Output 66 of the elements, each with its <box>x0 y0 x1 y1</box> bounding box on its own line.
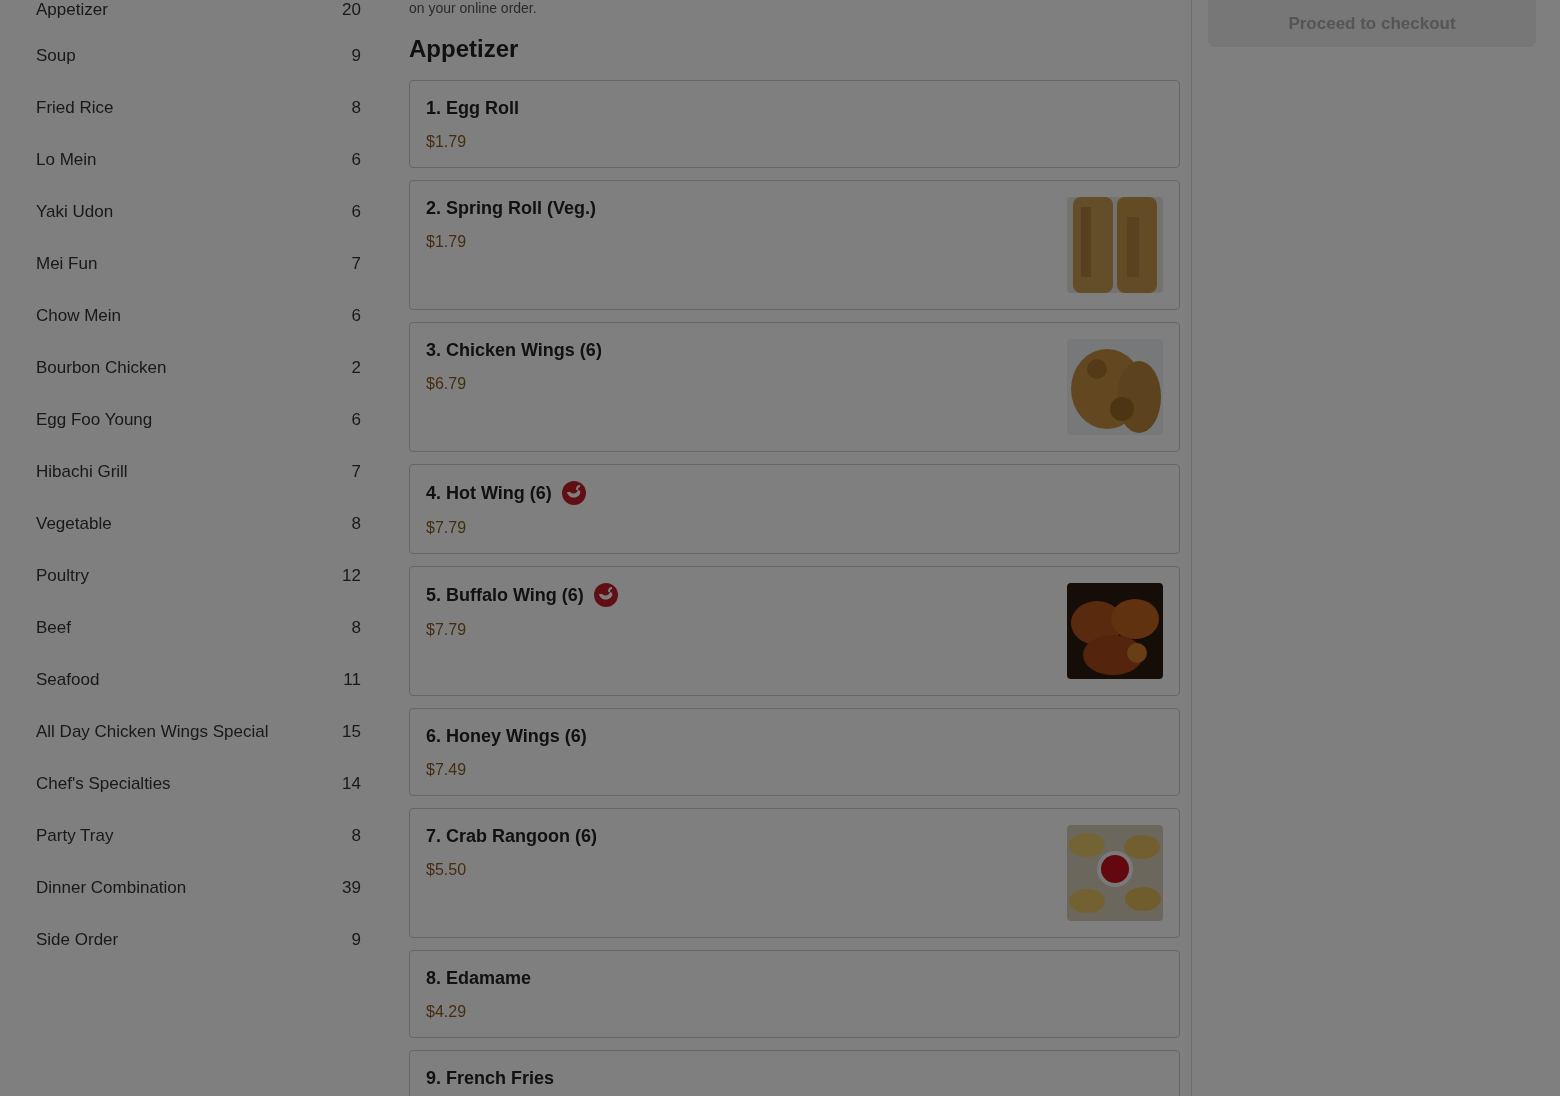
menu-item-card[interactable]: 4. Hot Wing (6) $7.79 <box>409 464 1180 554</box>
menu-item-card[interactable]: 9. French Fries <box>409 1050 1180 1096</box>
category-link[interactable]: Dinner Combination <box>36 878 187 898</box>
item-price: $5.50 <box>426 861 468 879</box>
item-name: 7. Crab Rangoon (6) <box>426 825 597 847</box>
item-price: $7.79 <box>426 621 468 639</box>
category-link[interactable]: Mei Fun <box>36 254 98 274</box>
item-name: 9. French Fries <box>426 1067 555 1089</box>
item-count: 11 <box>343 670 361 690</box>
item-count: 9 <box>351 930 361 950</box>
item-name: 6. Honey Wings (6) <box>426 725 587 747</box>
item-price: $4.29 <box>426 1003 468 1021</box>
category-link[interactable]: Vegetable <box>36 514 112 534</box>
item-count: 15 <box>342 722 361 742</box>
item-count: 9 <box>351 46 361 66</box>
category-link[interactable]: Bourbon Chicken <box>36 358 167 378</box>
category-link[interactable]: Lo Mein <box>36 150 97 170</box>
item-count: 12 <box>342 566 361 586</box>
item-count: 7 <box>351 462 361 482</box>
menu-item-card[interactable]: 6. Honey Wings (6) $7.49 <box>409 708 1180 796</box>
category-link[interactable]: Yaki Udon <box>36 202 114 222</box>
category-link[interactable]: Chef's Specialties <box>36 774 171 794</box>
item-count: 6 <box>351 306 361 326</box>
category-link[interactable]: Egg Foo Young <box>36 410 153 430</box>
item-count: 20 <box>342 0 361 20</box>
item-count: 8 <box>351 826 361 846</box>
item-count: 6 <box>351 150 361 170</box>
item-count: 39 <box>342 878 361 898</box>
section-heading: Appetizer <box>409 34 520 64</box>
category-link[interactable]: Appetizer <box>36 0 108 20</box>
item-count: 14 <box>342 774 361 794</box>
category-link[interactable]: All Day Chicken Wings Special <box>36 722 269 742</box>
category-link[interactable]: Soup <box>36 46 76 66</box>
item-price: $7.79 <box>426 519 468 537</box>
menu-item-card[interactable]: 7. Crab Rangoon (6) $5.50 <box>409 808 1180 938</box>
item-count: 2 <box>351 358 361 378</box>
item-name: 8. Edamame <box>426 967 532 989</box>
intro-text: on your online order. <box>409 0 538 16</box>
item-count: 8 <box>351 618 361 638</box>
item-name: 4. Hot Wing (6) <box>426 482 552 504</box>
item-count: 6 <box>351 410 361 430</box>
item-name: 3. Chicken Wings (6) <box>426 339 602 361</box>
category-link[interactable]: Beef <box>36 618 71 638</box>
category-link[interactable]: Poultry <box>36 566 89 586</box>
category-link[interactable]: Party Tray <box>36 826 114 846</box>
item-count: 8 <box>351 98 361 118</box>
category-link[interactable]: Seafood <box>36 670 100 690</box>
category-link[interactable]: Side Order <box>36 930 119 950</box>
menu-item-card[interactable]: 8. Edamame $4.29 <box>409 950 1180 1038</box>
menu-item-card[interactable]: 2. Spring Roll (Veg.) $1.79 <box>409 180 1180 310</box>
category-link[interactable]: Chow Mein <box>36 306 122 326</box>
item-name: 2. Spring Roll (Veg.) <box>426 197 596 219</box>
menu-item-card[interactable]: 3. Chicken Wings (6) $6.79 <box>409 322 1180 452</box>
item-price: $1.79 <box>426 133 468 151</box>
item-count: 7 <box>351 254 361 274</box>
item-name: 1. Egg Roll <box>426 97 519 119</box>
item-price: $6.79 <box>426 375 468 393</box>
item-price: $7.49 <box>426 761 468 779</box>
item-price: $1.79 <box>426 233 468 251</box>
category-link[interactable]: Hibachi Grill <box>36 462 128 482</box>
item-name: 5. Buffalo Wing (6) <box>426 584 584 606</box>
item-count: 8 <box>351 514 361 534</box>
menu-item-card[interactable]: 1. Egg Roll $1.79 <box>409 80 1180 168</box>
menu-item-card[interactable]: 5. Buffalo Wing (6) $7.79 <box>409 566 1180 696</box>
item-count: 6 <box>351 202 361 222</box>
category-link[interactable]: Fried Rice <box>36 98 114 118</box>
